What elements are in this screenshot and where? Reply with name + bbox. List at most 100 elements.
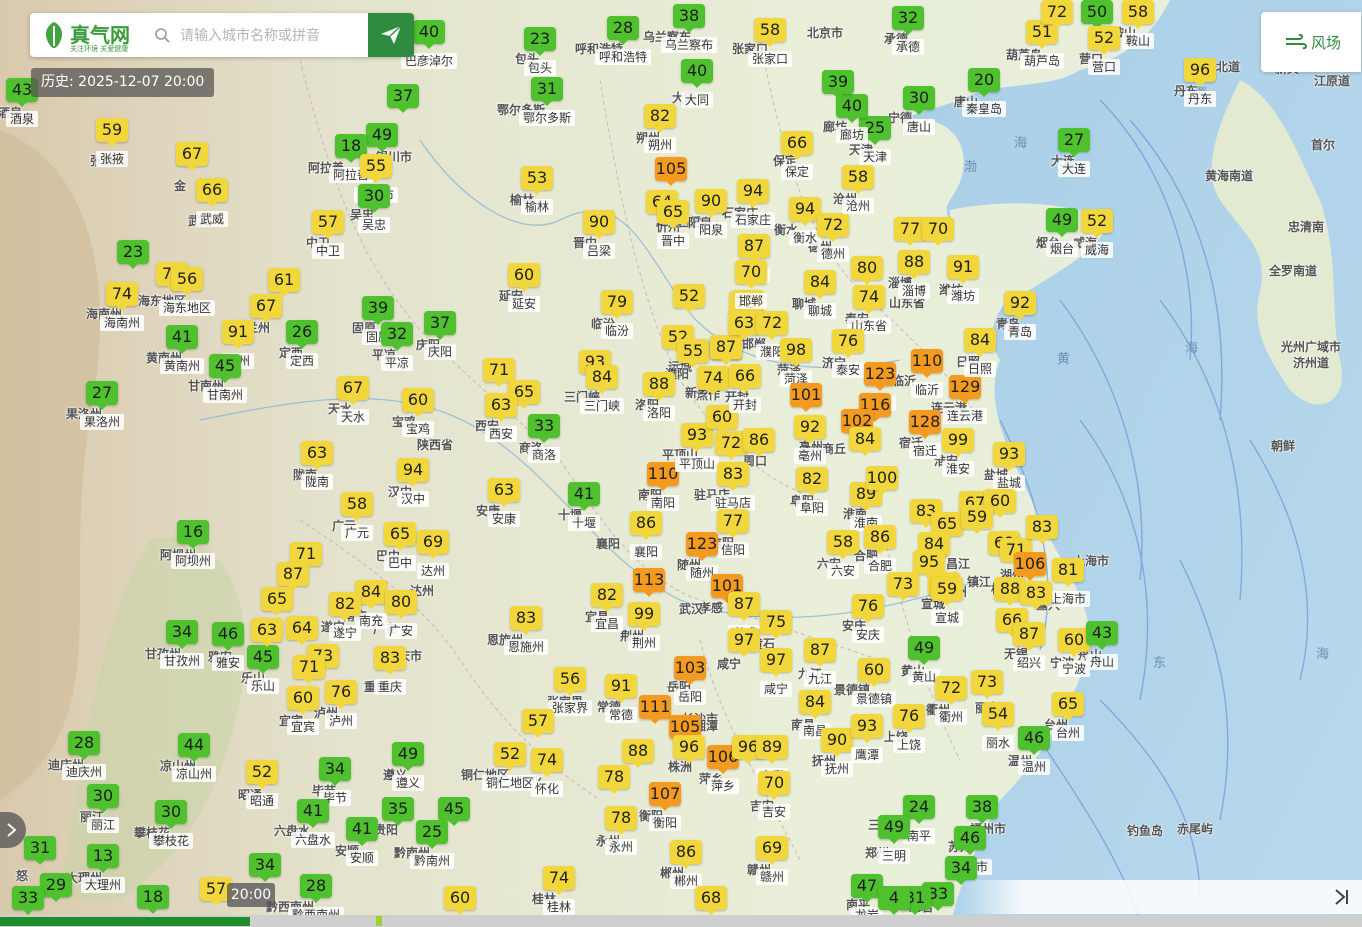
- aqi-value-badge[interactable]: 97: [728, 628, 760, 657]
- aqi-value-badge[interactable]: 59: [96, 118, 128, 147]
- aqi-value-badge[interactable]: 40: [681, 59, 713, 88]
- aqi-value-badge[interactable]: 91: [222, 320, 254, 349]
- aqi-value-badge[interactable]: 71: [293, 655, 325, 684]
- aqi-value-badge[interactable]: 23: [117, 240, 149, 269]
- aqi-value-badge[interactable]: 16: [177, 520, 209, 549]
- aqi-value-badge[interactable]: 101: [790, 383, 822, 412]
- aqi-value-badge[interactable]: 60: [444, 886, 476, 915]
- aqi-value-badge[interactable]: 52: [246, 760, 278, 789]
- aqi-value-badge[interactable]: 55: [677, 339, 709, 368]
- aqi-value-badge[interactable]: 69: [417, 530, 449, 559]
- aqi-value-badge[interactable]: 93: [993, 442, 1025, 471]
- aqi-value-badge[interactable]: 68: [695, 886, 727, 915]
- aqi-value-badge[interactable]: 4: [878, 886, 910, 915]
- aqi-value-badge[interactable]: 73: [887, 572, 919, 601]
- aqi-value-badge[interactable]: 98: [780, 338, 812, 367]
- aqi-value-badge[interactable]: 76: [852, 594, 884, 623]
- aqi-value-badge[interactable]: 49: [878, 815, 910, 844]
- aqi-value-badge[interactable]: 60: [508, 263, 540, 292]
- aqi-value-badge[interactable]: 83: [510, 606, 542, 635]
- aqi-value-badge[interactable]: 87: [277, 562, 309, 591]
- aqi-value-badge[interactable]: 84: [849, 427, 881, 456]
- aqi-value-badge[interactable]: 58: [1122, 0, 1154, 29]
- aqi-value-badge[interactable]: 67: [250, 294, 282, 323]
- aqi-value-badge[interactable]: 87: [728, 592, 760, 621]
- aqi-value-badge[interactable]: 34: [319, 757, 351, 786]
- aqi-value-badge[interactable]: 70: [758, 771, 790, 800]
- aqi-value-badge[interactable]: 54: [982, 702, 1014, 731]
- aqi-value-badge[interactable]: 52: [1088, 26, 1120, 55]
- aqi-value-badge[interactable]: 59: [931, 577, 963, 606]
- aqi-value-badge[interactable]: 72: [1041, 0, 1073, 29]
- aqi-value-badge[interactable]: 63: [485, 393, 517, 422]
- aqi-value-badge[interactable]: 96: [1184, 58, 1216, 87]
- aqi-value-badge[interactable]: 111: [639, 695, 671, 724]
- aqi-value-badge[interactable]: 94: [397, 458, 429, 487]
- aqi-value-badge[interactable]: 49: [366, 123, 398, 152]
- aqi-value-badge[interactable]: 20: [968, 68, 1000, 97]
- aqi-value-badge[interactable]: 74: [543, 866, 575, 895]
- aqi-value-badge[interactable]: 27: [86, 381, 118, 410]
- aqi-value-badge[interactable]: 82: [644, 104, 676, 133]
- aqi-value-badge[interactable]: 30: [87, 784, 119, 813]
- aqi-value-badge[interactable]: 76: [325, 680, 357, 709]
- city-search-input[interactable]: [178, 21, 370, 51]
- aqi-value-badge[interactable]: 91: [947, 255, 979, 284]
- aqi-value-badge[interactable]: 63: [488, 478, 520, 507]
- timeline-handle[interactable]: [376, 916, 382, 926]
- aqi-value-badge[interactable]: 97: [760, 648, 792, 677]
- aqi-value-badge[interactable]: 58: [341, 492, 373, 521]
- aqi-value-badge[interactable]: 80: [385, 590, 417, 619]
- aqi-value-badge[interactable]: 82: [329, 592, 361, 621]
- aqi-value-badge[interactable]: 41: [297, 799, 329, 828]
- aqi-value-badge[interactable]: 77: [717, 509, 749, 538]
- aqi-value-badge[interactable]: 55: [360, 154, 392, 183]
- aqi-value-badge[interactable]: 67: [176, 142, 208, 171]
- aqi-value-badge[interactable]: 23: [524, 27, 556, 56]
- aqi-value-badge[interactable]: 84: [586, 365, 618, 394]
- aqi-value-badge[interactable]: 50: [1081, 0, 1113, 29]
- aqi-value-badge[interactable]: 82: [796, 467, 828, 496]
- aqi-value-badge[interactable]: 53: [521, 166, 553, 195]
- aqi-value-badge[interactable]: 107: [649, 782, 681, 811]
- aqi-value-badge[interactable]: 83: [1020, 581, 1052, 610]
- aqi-value-badge[interactable]: 96: [673, 735, 705, 764]
- aqi-value-badge[interactable]: 37: [424, 311, 456, 340]
- aqi-value-badge[interactable]: 83: [1026, 515, 1058, 544]
- aqi-value-badge[interactable]: 61: [268, 268, 300, 297]
- aqi-value-badge[interactable]: 103: [674, 656, 706, 685]
- aqi-value-badge[interactable]: 59: [961, 505, 993, 534]
- aqi-value-badge[interactable]: 49: [392, 742, 424, 771]
- aqi-value-badge[interactable]: 49: [908, 636, 940, 665]
- aqi-value-badge[interactable]: 52: [673, 284, 705, 313]
- aqi-value-badge[interactable]: 86: [670, 840, 702, 869]
- aqi-value-badge[interactable]: 123: [686, 532, 718, 561]
- aqi-value-badge[interactable]: 39: [822, 70, 854, 99]
- aqi-value-badge[interactable]: 45: [209, 354, 241, 383]
- aqi-value-badge[interactable]: 43: [1086, 621, 1118, 650]
- aqi-value-badge[interactable]: 87: [1013, 622, 1045, 651]
- aqi-value-badge[interactable]: 84: [804, 270, 836, 299]
- aqi-value-badge[interactable]: 60: [287, 686, 319, 715]
- aqi-value-badge[interactable]: 46: [954, 826, 986, 855]
- aqi-value-badge[interactable]: 79: [601, 290, 633, 319]
- aqi-value-badge[interactable]: 70: [922, 217, 954, 246]
- aqi-value-badge[interactable]: 35: [382, 797, 414, 826]
- aqi-value-badge[interactable]: 100: [866, 466, 898, 495]
- aqi-value-badge[interactable]: 65: [1052, 692, 1084, 721]
- aqi-value-badge[interactable]: 29: [40, 873, 72, 902]
- aqi-value-badge[interactable]: 58: [842, 165, 874, 194]
- aqi-value-badge[interactable]: 95: [913, 550, 945, 579]
- aqi-value-badge[interactable]: 88: [898, 250, 930, 279]
- aqi-value-badge[interactable]: 92: [1004, 291, 1036, 320]
- wind-field-button[interactable]: 风场: [1261, 12, 1361, 72]
- aqi-value-badge[interactable]: 49: [1046, 208, 1078, 237]
- aqi-value-badge[interactable]: 45: [247, 645, 279, 674]
- aqi-value-badge[interactable]: 67: [337, 376, 369, 405]
- aqi-value-badge[interactable]: 13: [87, 844, 119, 873]
- aqi-value-badge[interactable]: 75: [760, 610, 792, 639]
- aqi-value-badge[interactable]: 57: [522, 709, 554, 738]
- aqi-value-badge[interactable]: 52: [1081, 209, 1113, 238]
- aqi-value-badge[interactable]: 32: [892, 6, 924, 35]
- aqi-value-badge[interactable]: 30: [155, 800, 187, 829]
